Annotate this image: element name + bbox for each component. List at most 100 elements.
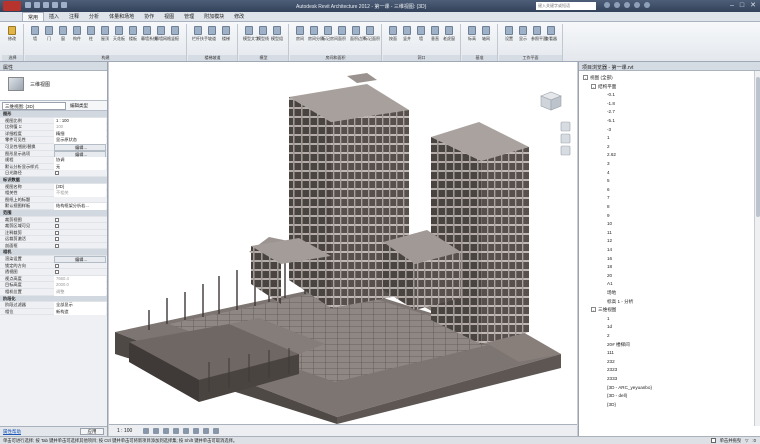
- ribbon-button[interactable]: 窗: [57, 26, 69, 44]
- tree-item-level[interactable]: -1.8: [607, 101, 615, 107]
- subscription-icon[interactable]: [614, 2, 620, 8]
- close-icon[interactable]: ✕: [750, 1, 756, 11]
- help-icon[interactable]: [644, 2, 650, 8]
- type-selector[interactable]: 三维视图: [0, 71, 107, 101]
- tab-9[interactable]: 修改: [229, 12, 249, 21]
- property-checkbox[interactable]: [55, 263, 59, 268]
- ribbon-button[interactable]: 楼板: [127, 26, 139, 44]
- tab-5[interactable]: 协作: [139, 12, 159, 21]
- show-crop-icon[interactable]: [193, 428, 199, 434]
- ribbon-button[interactable]: 标记面积: [364, 26, 380, 44]
- tree-item-level[interactable]: -2.7: [607, 109, 615, 115]
- favorites-icon[interactable]: [634, 2, 640, 8]
- ribbon-button[interactable]: 屋顶: [99, 26, 111, 44]
- ribbon-button[interactable]: 标高: [466, 26, 478, 44]
- 3d-view-canvas[interactable]: [109, 62, 577, 424]
- tree-item-3d-view[interactable]: 2323: [607, 367, 617, 373]
- ribbon-button[interactable]: 幕墙网格: [155, 26, 171, 44]
- property-checkbox[interactable]: [55, 237, 59, 242]
- reveal-hidden-icon[interactable]: [213, 428, 219, 434]
- tree-item-level[interactable]: 1: [607, 135, 610, 141]
- properties-help-link[interactable]: 属性帮助: [3, 429, 21, 435]
- ribbon-button[interactable]: 墙: [29, 26, 41, 44]
- property-value[interactable]: 显示原状态: [54, 137, 106, 144]
- ribbon-button[interactable]: 房间: [294, 26, 306, 44]
- tree-item-3d-view[interactable]: 232: [607, 359, 615, 365]
- tree-item-level[interactable]: 场地: [607, 290, 616, 296]
- tab-2[interactable]: 注释: [64, 12, 84, 21]
- tree-item-level[interactable]: 10: [607, 221, 612, 227]
- tab-3[interactable]: 分析: [84, 12, 104, 21]
- tree-item-3d-view[interactable]: 1d: [607, 324, 612, 330]
- tree-item-level[interactable]: 7: [607, 195, 610, 201]
- ribbon-button[interactable]: 显示: [517, 26, 529, 44]
- ribbon-button[interactable]: 房间分隔: [308, 26, 324, 44]
- ribbon-button[interactable]: 修改: [6, 26, 18, 44]
- navigation-bar[interactable]: [560, 121, 571, 156]
- tree-collapse-icon[interactable]: -: [591, 307, 596, 313]
- property-checkbox[interactable]: [55, 171, 59, 176]
- property-checkbox[interactable]: [55, 270, 59, 275]
- view-scale[interactable]: 1 : 100: [117, 428, 132, 434]
- ribbon-button[interactable]: 天花板: [113, 26, 125, 44]
- tree-item-level[interactable]: 8: [607, 204, 610, 210]
- browser-root[interactable]: - 视图 (全部): [583, 75, 613, 81]
- tree-item-level[interactable]: 16: [607, 256, 612, 262]
- tree-item-level[interactable]: 9: [607, 213, 610, 219]
- crop-view-icon[interactable]: [183, 428, 189, 434]
- redo-icon[interactable]: [52, 2, 58, 8]
- tree-item-level[interactable]: -5.1: [607, 118, 615, 124]
- open-icon[interactable]: [25, 2, 31, 8]
- property-category[interactable]: 相机: [0, 249, 107, 257]
- property-checkbox[interactable]: [55, 230, 59, 235]
- undo-icon[interactable]: [43, 2, 49, 8]
- tree-item-level[interactable]: 14: [607, 247, 612, 253]
- ribbon-button[interactable]: 面积: [336, 26, 348, 44]
- tree-item-level[interactable]: 11: [607, 230, 612, 236]
- save-icon[interactable]: [34, 2, 40, 8]
- property-value[interactable]: 精细: [54, 130, 106, 138]
- tab-0[interactable]: 常用: [22, 12, 45, 21]
- tree-item-3d-view[interactable]: {3D - dell}: [607, 393, 627, 399]
- ribbon-button[interactable]: 模型线: [257, 26, 269, 44]
- measure-icon[interactable]: [61, 2, 67, 8]
- search-icon[interactable]: [604, 2, 610, 8]
- tree-item-3d-view[interactable]: 2: [607, 333, 610, 339]
- property-value[interactable]: 无: [54, 163, 106, 171]
- ribbon-button[interactable]: 坡道: [206, 26, 218, 44]
- ribbon-button[interactable]: 楼梯: [220, 26, 232, 44]
- ribbon-button[interactable]: 标记房间: [322, 26, 338, 44]
- apply-button[interactable]: 应用: [80, 428, 104, 435]
- shadows-icon[interactable]: [173, 428, 179, 434]
- scroll-thumb[interactable]: [756, 77, 760, 217]
- ribbon-button[interactable]: 老虎窗: [443, 26, 455, 44]
- ribbon-button[interactable]: 面积边界: [350, 26, 366, 44]
- property-value[interactable]: 新构造: [54, 308, 106, 316]
- temporary-hide-icon[interactable]: [203, 428, 209, 434]
- tree-item-3d-view[interactable]: 20# 楼梯间: [607, 342, 630, 348]
- detail-level-icon[interactable]: [143, 428, 149, 434]
- property-value[interactable]: 协调: [54, 157, 106, 164]
- ribbon-button[interactable]: 竖梃: [169, 26, 181, 44]
- tab-1[interactable]: 插入: [44, 12, 64, 21]
- tree-item-level[interactable]: 12: [607, 238, 612, 244]
- tree-item-level[interactable]: 6: [607, 187, 610, 193]
- communication-icon[interactable]: [624, 2, 630, 8]
- tree-collapse-icon[interactable]: -: [583, 75, 588, 81]
- property-value[interactable]: 结构框架分析若...: [54, 203, 106, 210]
- tab-8[interactable]: 附加模块: [199, 12, 229, 21]
- tree-item-level[interactable]: 20: [607, 273, 612, 279]
- ribbon-button[interactable]: 栏杆扶手: [192, 26, 208, 44]
- tree-item-level[interactable]: 2: [607, 144, 610, 150]
- ribbon-button[interactable]: 参照平面: [531, 26, 547, 44]
- tree-item-level[interactable]: 3: [607, 161, 610, 167]
- property-category[interactable]: 图形: [0, 111, 107, 118]
- instance-filter-dropdown[interactable]: 三维视图: {3D}: [2, 102, 66, 110]
- ribbon-button[interactable]: 设置: [503, 26, 515, 44]
- tree-item-level[interactable]: 5: [607, 178, 610, 184]
- tab-4[interactable]: 体量和场地: [104, 12, 139, 21]
- tree-collapse-icon[interactable]: -: [591, 83, 596, 89]
- tree-item-3d-view[interactable]: {3D - ARC_yeyuanbo}: [607, 385, 652, 391]
- ribbon-button[interactable]: 构件: [71, 26, 83, 44]
- revit-app-button[interactable]: [3, 1, 21, 11]
